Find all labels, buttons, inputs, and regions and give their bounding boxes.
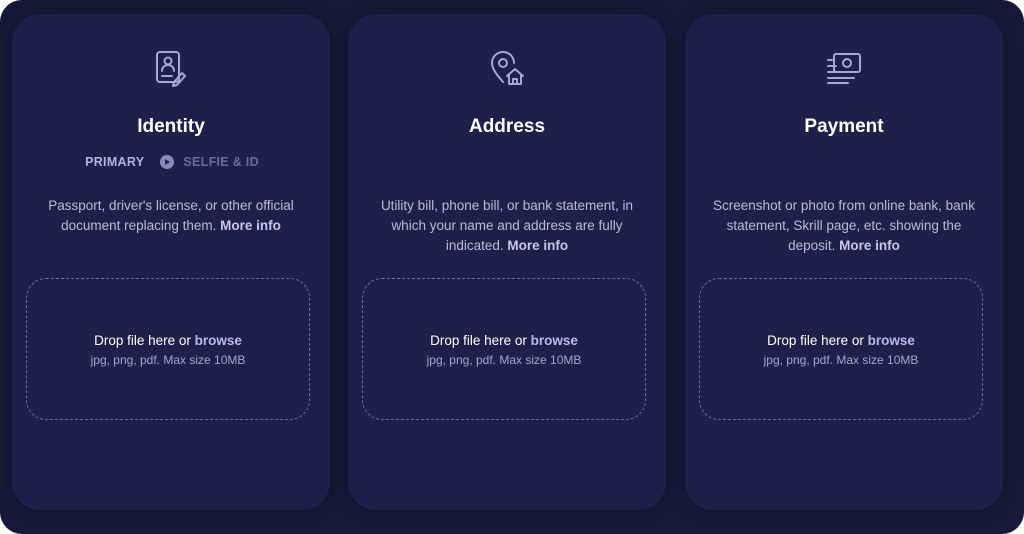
- drop-instructions: Drop file here or browse: [27, 333, 309, 348]
- file-dropzone[interactable]: Drop file here or browse jpg, png, pdf. …: [699, 278, 983, 420]
- payment-card: Payment Screenshot or photo from online …: [685, 14, 1003, 510]
- more-info-link[interactable]: More info: [507, 238, 568, 253]
- step-selfie-id[interactable]: SELFIE & ID: [183, 155, 259, 169]
- file-dropzone[interactable]: Drop file here or browse jpg, png, pdf. …: [26, 278, 310, 420]
- drop-text: Drop file here or: [94, 333, 191, 348]
- browse-link[interactable]: browse: [868, 333, 915, 348]
- file-dropzone[interactable]: Drop file here or browse jpg, png, pdf. …: [362, 278, 646, 420]
- chevron-right-icon: [160, 155, 175, 169]
- card-title: Address: [468, 116, 546, 137]
- browse-link[interactable]: browse: [195, 333, 242, 348]
- file-hint: jpg, png, pdf. Max size 10MB: [90, 353, 246, 367]
- card-description: Screenshot or photo from online bank, ba…: [713, 196, 975, 256]
- card-title: Payment: [804, 116, 884, 137]
- browse-link[interactable]: browse: [531, 333, 578, 348]
- step-indicator: PRIMARY SELFIE & ID: [12, 155, 330, 169]
- step-primary[interactable]: PRIMARY: [85, 155, 144, 169]
- address-card: Address Utility bill, phone bill, or ban…: [348, 14, 666, 510]
- card-description: Utility bill, phone bill, or bank statem…: [376, 196, 638, 256]
- location-home-icon: [487, 48, 527, 88]
- drop-text: Drop file here or: [430, 333, 527, 348]
- file-hint: jpg, png, pdf. Max size 10MB: [763, 353, 919, 367]
- more-info-link[interactable]: More info: [220, 218, 281, 233]
- drop-text: Drop file here or: [767, 333, 864, 348]
- more-info-link[interactable]: More info: [839, 238, 900, 253]
- drop-instructions: Drop file here or browse: [363, 333, 645, 348]
- card-title: Identity: [137, 116, 205, 137]
- drop-instructions: Drop file here or browse: [700, 333, 982, 348]
- identity-card: Identity PRIMARY SELFIE & ID Passport, d…: [12, 14, 330, 510]
- id-document-icon: [151, 48, 191, 88]
- verification-panel: Identity PRIMARY SELFIE & ID Passport, d…: [0, 0, 1024, 534]
- file-hint: jpg, png, pdf. Max size 10MB: [426, 353, 582, 367]
- payment-screenshot-icon: [824, 48, 864, 88]
- card-description: Passport, driver's license, or other off…: [40, 196, 302, 236]
